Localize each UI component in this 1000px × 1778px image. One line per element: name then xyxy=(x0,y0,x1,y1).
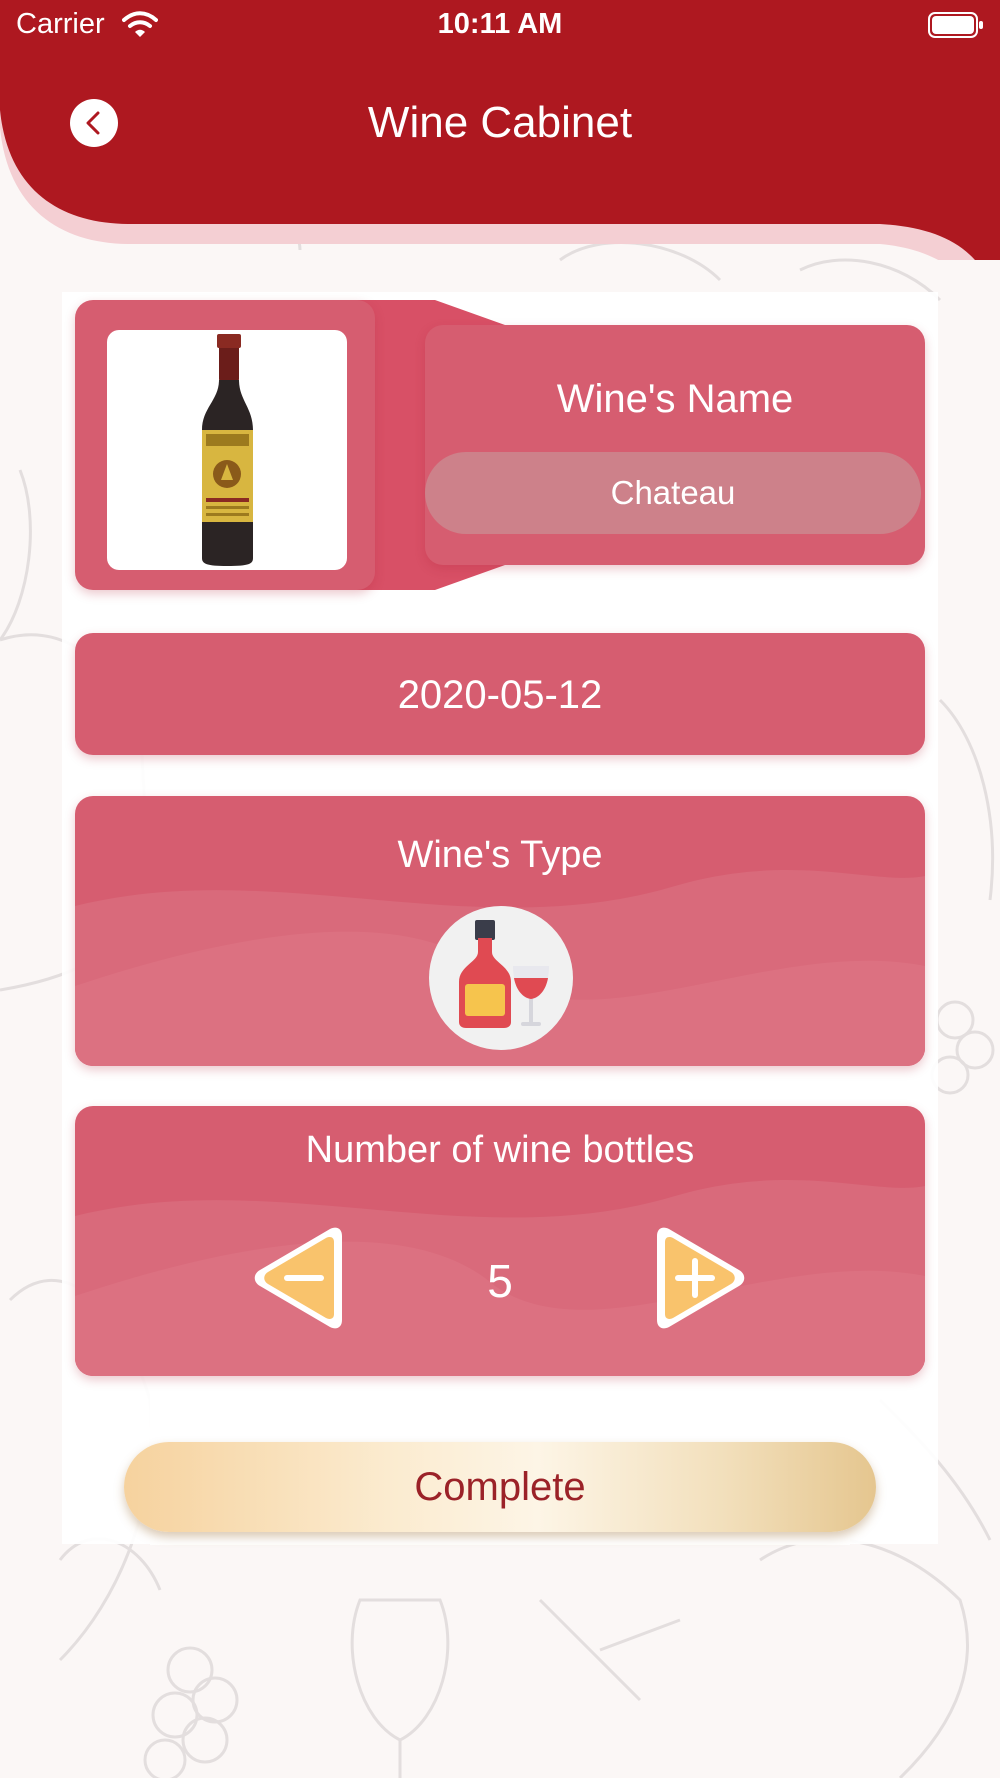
header: Carrier 10:11 AM Wine Cabinet xyxy=(0,0,1000,260)
wine-photo-tab xyxy=(75,300,375,590)
date-value: 2020-05-12 xyxy=(397,673,603,717)
wine-bottle-glass-icon xyxy=(459,920,549,1028)
wine-name-label: Wine's Name xyxy=(556,377,794,421)
wine-bottle-photo xyxy=(202,334,253,566)
status-bar: Carrier 10:11 AM xyxy=(0,0,1000,50)
date-card[interactable]: 2020-05-12 xyxy=(75,633,925,755)
plus-icon xyxy=(657,1227,745,1329)
increase-button[interactable] xyxy=(649,1224,749,1332)
complete-button[interactable]: Complete xyxy=(124,1442,876,1532)
bottle-count-label: Number of wine bottles xyxy=(305,1129,695,1171)
page-title: Wine Cabinet xyxy=(367,98,633,147)
bottle-count-card: Number of wine bottles 5 xyxy=(75,1106,925,1376)
wine-name-card: Wine's Name xyxy=(75,300,925,590)
wine-type-label: Wine's Type xyxy=(397,834,603,876)
bottle-count-value: 5 xyxy=(487,1255,513,1307)
wine-type-card: Wine's Type xyxy=(75,796,925,1066)
status-time: 10:11 AM xyxy=(437,8,563,40)
wine-name-panel: Wine's Name xyxy=(425,325,925,565)
wine-type-selector[interactable] xyxy=(429,906,573,1050)
wine-name-input[interactable] xyxy=(425,452,921,534)
wine-photo[interactable] xyxy=(107,330,347,570)
battery-icon xyxy=(928,12,983,38)
